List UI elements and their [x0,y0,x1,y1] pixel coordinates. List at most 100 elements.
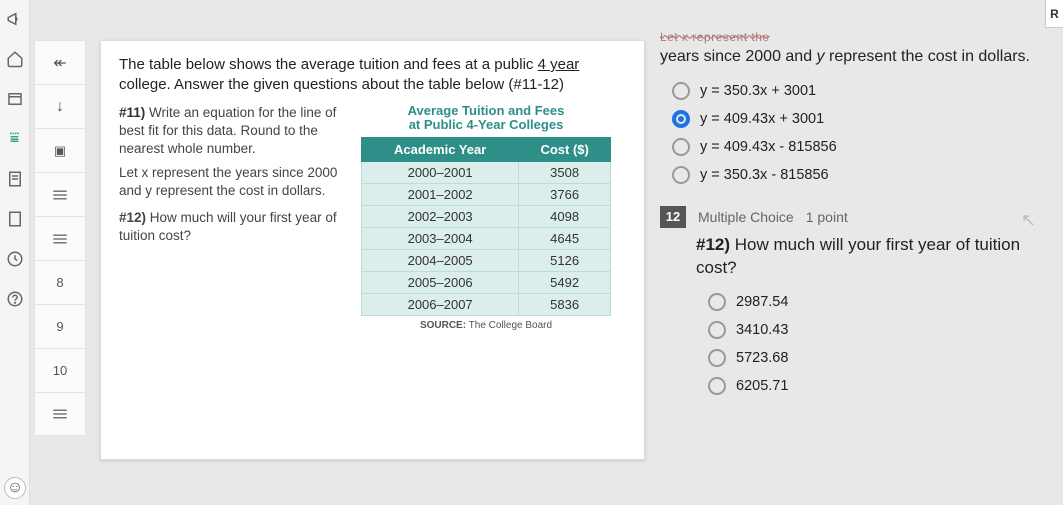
table-title: Average Tuition and Fees at Public 4-Yea… [361,104,611,134]
option-text: y = 409.43x - 815856 [700,139,837,155]
down-arrow-icon: ↓ [56,98,64,116]
q11-option[interactable]: y = 409.43x + 3001 [672,110,1050,128]
radio-icon [708,321,726,339]
q12-title-lead: #12) [696,235,730,254]
q12-header: 12 Multiple Choice 1 point [660,206,1050,228]
q11-lead: #11) [119,105,145,120]
passage-card: The table below shows the average tuitio… [100,40,645,460]
cell-cost: 3766 [519,184,611,206]
q11-stem-b: y [817,48,825,65]
q12-title-rest: How much will your first year of tuition… [696,235,1020,277]
nav-lines-1[interactable] [34,172,86,216]
user-bubble-icon[interactable]: ☺ [4,477,26,499]
option-text: y = 409.43x + 3001 [700,111,824,127]
cell-year: 2005–2006 [362,272,519,294]
cell-year: 2001–2002 [362,184,519,206]
q11-body: Write an equation for the line of best f… [119,105,336,156]
option-text: 3410.43 [736,322,788,338]
q11-options: y = 350.3x + 3001 y = 409.43x + 3001 y = 4… [672,82,1050,184]
intro-underlined: 4 year [538,56,580,73]
q11-option[interactable]: y = 350.3x - 815856 [672,166,1050,184]
passage-intro: The table below shows the average tuitio… [119,55,626,96]
radio-icon [708,349,726,367]
q12-option[interactable]: 6205.71 [708,377,1050,395]
radio-icon [672,110,690,128]
cell-year: 2006–2007 [362,294,519,316]
intro-post: college. Answer the given questions abou… [119,76,564,93]
q12-type: Multiple Choice [698,209,794,225]
q11-let: Let x represent the years since 2000 and… [119,164,347,200]
doc-icon[interactable] [6,210,24,228]
q11-stem: years since 2000 and y represent the cos… [660,46,1050,68]
q12-text: #12) How much will your first year of tu… [119,209,347,245]
back-arrow-icon: ↞ [53,53,66,73]
q12-option[interactable]: 5723.68 [708,349,1050,367]
option-text: y = 350.3x + 3001 [700,83,816,99]
radio-icon [708,377,726,395]
nav-lines-3[interactable] [34,392,86,436]
q12-body: How much will your first year of tuition… [119,210,337,243]
app-icon-rail: ⩸ ☺ [0,0,30,505]
sheet-icon[interactable] [6,170,24,188]
radio-icon [708,293,726,311]
tuition-table-wrap: Average Tuition and Fees at Public 4-Yea… [361,104,611,332]
cell-cost: 5126 [519,250,611,272]
source-label: SOURCE: [420,320,466,331]
table-title-l1: Average Tuition and Fees [361,104,611,119]
table-row: 2003–20044645 [362,228,611,250]
table-source: SOURCE: The College Board [361,320,611,331]
option-text: 6205.71 [736,378,788,394]
q11-option[interactable]: y = 409.43x - 815856 [672,138,1050,156]
table-row: 2000–20013508 [362,162,611,184]
q12-points: 1 point [806,209,848,225]
q11-option[interactable]: y = 350.3x + 3001 [672,82,1050,100]
question-nav: ↞ ↓ ▣ 8 9 10 [30,40,90,436]
q12-number-badge[interactable]: 12 [660,206,686,228]
table-title-l2: at Public 4-Year Colleges [361,118,611,133]
help-icon[interactable] [6,290,24,308]
nav-q9[interactable]: 9 [34,304,86,348]
megaphone-icon[interactable] [6,10,24,28]
option-text: 5723.68 [736,350,788,366]
nav-q10[interactable]: 10 [34,348,86,392]
corner-tab[interactable]: R [1045,0,1063,28]
nav-lines-2[interactable] [34,216,86,260]
radio-icon [672,166,690,184]
table-row: 2005–20065492 [362,272,611,294]
table-row: 2002–20034098 [362,206,611,228]
window-icon[interactable] [6,90,24,108]
table-row: 2004–20055126 [362,250,611,272]
nav-back[interactable]: ↞ [34,40,86,84]
camera-icon: ▣ [54,143,66,159]
cell-cost: 4645 [519,228,611,250]
table-row: 2006–20075836 [362,294,611,316]
clock-icon[interactable] [6,250,24,268]
nav-q8[interactable]: 8 [34,260,86,304]
q12-option[interactable]: 3410.43 [708,321,1050,339]
col-year: Academic Year [362,138,519,162]
q11-text: #11) Write an equation for the line of b… [119,104,347,201]
cell-year: 2000–2001 [362,162,519,184]
option-text: y = 350.3x - 815856 [700,167,829,183]
radio-icon [672,138,690,156]
nav-camera[interactable]: ▣ [34,128,86,172]
cell-year: 2002–2003 [362,206,519,228]
q11-truncated: Let x represent the [660,30,1050,44]
q12-option[interactable]: 2987.54 [708,293,1050,311]
q11-stem-c: represent the cost in dollars. [825,48,1030,65]
cell-cost: 3508 [519,162,611,184]
intro-pre: The table below shows the average tuitio… [119,56,538,73]
table-row: 2001–20023766 [362,184,611,206]
source-val: The College Board [466,320,552,331]
cell-year: 2003–2004 [362,228,519,250]
ghost-cursor-icon: ↖ [1021,210,1036,231]
question-panel: Let x represent the years since 2000 and… [660,30,1050,417]
home-icon[interactable] [6,50,24,68]
tuition-table: Academic Year Cost ($) 2000–200135082001… [361,137,611,316]
stack-icon[interactable]: ⩸ [6,130,24,148]
cell-cost: 5836 [519,294,611,316]
cell-cost: 4098 [519,206,611,228]
q12-lead: #12) [119,210,146,225]
nav-down[interactable]: ↓ [34,84,86,128]
radio-icon [672,82,690,100]
